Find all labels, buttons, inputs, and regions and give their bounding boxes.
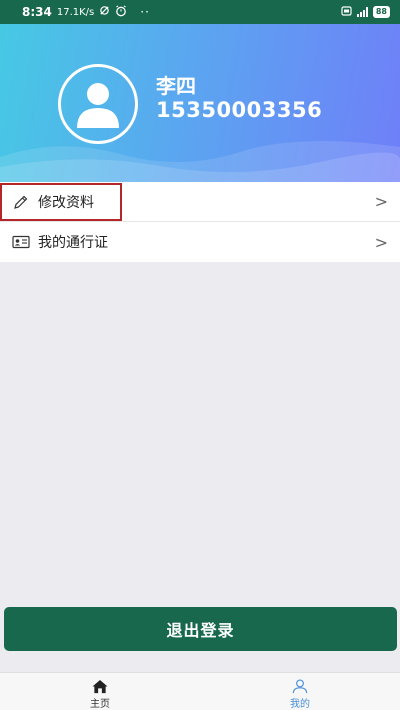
home-icon — [92, 679, 108, 694]
pencil-icon — [12, 193, 30, 211]
profile-header: 李四 15350003356 — [0, 24, 400, 182]
chevron-right-icon: > — [374, 232, 388, 252]
chevron-right-icon: > — [374, 192, 388, 211]
tab-mine[interactable]: 我的 — [200, 673, 400, 710]
header-wave-decoration — [0, 141, 400, 182]
sync-icon — [99, 5, 110, 19]
status-bar: 8:34 17.1K/s ·· 88 — [0, 0, 400, 24]
bottom-tabbar: 主页 我的 — [0, 672, 400, 710]
menu-label-edit-profile: 修改资料 — [38, 194, 94, 211]
user-phone: 15350003356 — [156, 98, 323, 122]
more-notifications-icon: ·· — [140, 5, 150, 19]
signal-icon — [356, 7, 368, 17]
logout-button[interactable]: 退出登录 — [4, 607, 397, 651]
id-card-icon — [12, 233, 30, 251]
user-name: 李四 — [156, 74, 196, 98]
avatar[interactable] — [58, 64, 138, 144]
battery-icon: 88 — [372, 6, 390, 18]
menu-item-my-pass[interactable]: 我的通行证 > — [0, 222, 400, 262]
tab-label-mine: 我的 — [290, 699, 310, 710]
person-avatar-icon — [77, 83, 119, 128]
menu-label-my-pass: 我的通行证 — [38, 235, 108, 251]
tab-label-home: 主页 — [90, 699, 110, 710]
alarm-icon — [115, 5, 127, 20]
network-speed: 17.1K/s — [56, 6, 95, 18]
sim-icon — [341, 5, 352, 19]
menu-item-edit-profile[interactable]: 修改资料 > — [0, 182, 400, 222]
status-time: 8:34 — [22, 5, 52, 19]
profile-menu: 修改资料 > 我的通行证 > — [0, 182, 400, 262]
person-icon — [292, 679, 308, 694]
tab-home[interactable]: 主页 — [0, 673, 200, 710]
